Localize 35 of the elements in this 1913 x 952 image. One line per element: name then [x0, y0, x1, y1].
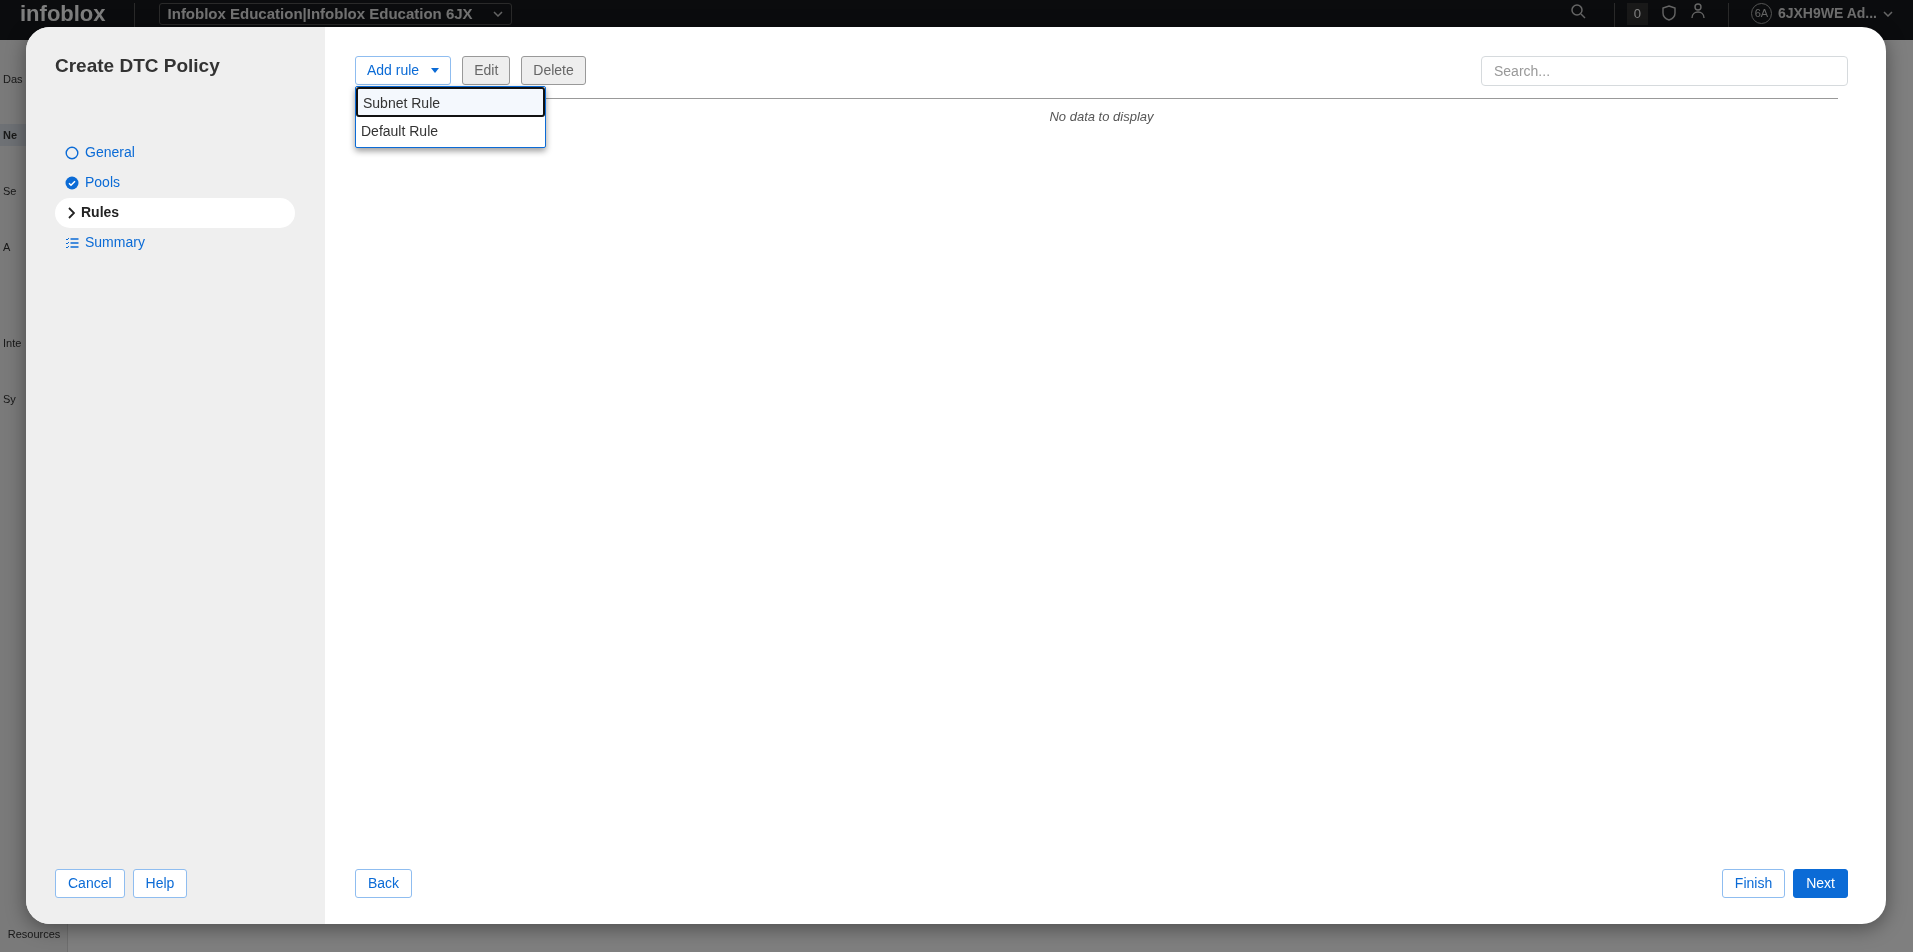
menu-item[interactable]: Default Rule: [356, 117, 545, 147]
footer-button[interactable]: Finish: [1721, 869, 1786, 898]
checklist-icon: [65, 235, 79, 250]
chevron-down-icon[interactable]: [1883, 11, 1893, 17]
logo[interactable]: infoblox: [20, 3, 106, 25]
footer-button[interactable]: Help: [132, 869, 188, 898]
tenant-selector[interactable]: Infoblox Education|Infoblox Education 6JX: [158, 3, 512, 25]
nav-item[interactable]: A: [0, 236, 26, 258]
nav-item[interactable]: Sy: [0, 388, 26, 410]
nav-item[interactable]: Inte: [0, 332, 26, 354]
caret-icon: [431, 67, 440, 73]
nav-item[interactable]: Resources: [0, 925, 68, 942]
footer-button[interactable]: Back: [355, 869, 413, 898]
chevron-down-icon: [492, 11, 503, 17]
step-item[interactable]: Pools: [55, 167, 295, 198]
shield-icon[interactable]: [1661, 5, 1676, 21]
check-circle-icon: [65, 175, 79, 190]
footer-button[interactable]: Cancel: [55, 869, 125, 898]
notification-count[interactable]: 0: [1626, 3, 1648, 25]
search-field[interactable]: Search...: [1481, 56, 1848, 86]
step-item[interactable]: General: [55, 137, 295, 168]
circle-icon: [65, 145, 79, 160]
menu-item[interactable]: Subnet Rule: [356, 87, 545, 117]
nav-item[interactable]: Se: [0, 180, 26, 202]
step-item[interactable]: Rules: [55, 197, 295, 228]
empty-message: No data to display: [1048, 108, 1155, 126]
step-item[interactable]: Summary: [55, 227, 295, 258]
dialog-title: Create DTC Policy: [55, 55, 221, 78]
nav-item[interactable]: Das: [0, 68, 26, 90]
search-icon[interactable]: [1569, 3, 1586, 19]
footer-button[interactable]: Next: [1793, 869, 1848, 898]
toolbar-button[interactable]: Add rule: [355, 56, 452, 85]
user-name[interactable]: 6JXH9WE Ad...: [1777, 4, 1877, 23]
nav-item[interactable]: Ne: [0, 124, 26, 146]
chevron-right-icon: [65, 205, 75, 220]
